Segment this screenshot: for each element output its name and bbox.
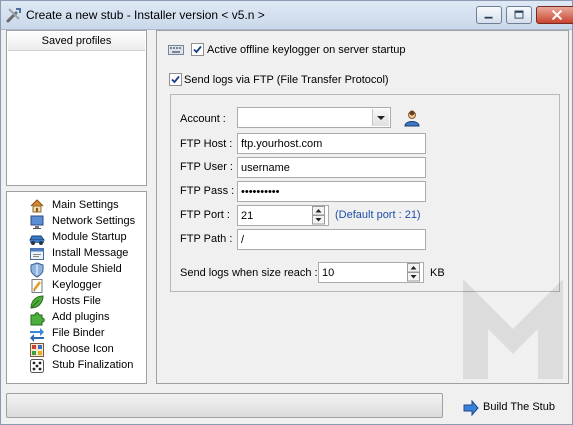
nav-item-label: Add plugins bbox=[52, 311, 110, 323]
ftp-user-label: FTP User : bbox=[180, 161, 233, 173]
ftp-host-label: FTP Host : bbox=[180, 138, 233, 150]
app-window: Create a new stub - Installer version < … bbox=[0, 0, 573, 425]
ftp-path-input[interactable] bbox=[237, 229, 426, 250]
nav-item-stub-finalization[interactable]: Stub Finalization bbox=[29, 358, 147, 374]
build-stub-label: Build The Stub bbox=[483, 401, 555, 413]
nav-item-hosts-file[interactable]: Hosts File bbox=[29, 294, 147, 310]
nav-item-label: Keylogger bbox=[52, 279, 102, 291]
nav-item-module-startup[interactable]: Module Startup bbox=[29, 230, 147, 246]
send-logs-ftp-label: Send logs via FTP (File Transfer Protoco… bbox=[184, 74, 389, 86]
watermark-logo bbox=[463, 279, 563, 379]
dropdown-arrow[interactable] bbox=[372, 109, 389, 126]
shield-icon bbox=[30, 262, 44, 278]
ftp-port-label: FTP Port : bbox=[180, 209, 230, 221]
nav-item-file-binder[interactable]: File Binder bbox=[29, 326, 147, 342]
chevron-down-icon bbox=[377, 116, 385, 120]
nav-item-label: Module Shield bbox=[52, 263, 122, 275]
tools-icon bbox=[6, 8, 21, 23]
maximize-button[interactable] bbox=[506, 6, 532, 24]
maximize-icon bbox=[514, 10, 524, 19]
account-label: Account : bbox=[180, 113, 226, 125]
progress-bar bbox=[6, 393, 443, 418]
account-dropdown[interactable] bbox=[237, 107, 391, 128]
offline-keylogger-checkbox[interactable] bbox=[191, 43, 204, 56]
ftp-path-label: FTP Path : bbox=[180, 233, 233, 245]
size-spinner-arrows[interactable] bbox=[407, 263, 420, 282]
nav-item-label: Stub Finalization bbox=[52, 359, 134, 371]
saved-profiles-header: Saved profiles bbox=[8, 32, 145, 51]
title-bar[interactable]: Create a new stub - Installer version < … bbox=[1, 1, 573, 30]
checkmark-icon bbox=[193, 45, 202, 54]
nav-item-label: Hosts File bbox=[52, 295, 101, 307]
close-button[interactable] bbox=[536, 6, 573, 24]
nav-item-module-shield[interactable]: Module Shield bbox=[29, 262, 147, 278]
nav-item-keylogger[interactable]: Keylogger bbox=[29, 278, 147, 294]
nav-item-network-settings[interactable]: Network Settings bbox=[29, 214, 147, 230]
dice-icon bbox=[30, 359, 44, 373]
nav-item-label: Main Settings bbox=[52, 199, 119, 211]
build-stub-button[interactable]: Build The Stub bbox=[459, 397, 559, 419]
window-title: Create a new stub - Installer version < … bbox=[26, 8, 265, 22]
nav-item-main-settings[interactable]: Main Settings bbox=[29, 198, 147, 214]
binder-arrows-icon bbox=[30, 328, 44, 342]
offline-keylogger-label: Active offline keylogger on server start… bbox=[207, 44, 406, 56]
user-account-icon[interactable] bbox=[403, 109, 421, 127]
ftp-pass-input[interactable] bbox=[237, 181, 426, 202]
nav-item-label: Choose Icon bbox=[52, 343, 114, 355]
log-size-unit: KB bbox=[430, 267, 445, 279]
puzzle-icon bbox=[30, 312, 45, 326]
saved-profiles-list[interactable]: Saved profiles bbox=[6, 30, 147, 186]
minimize-icon bbox=[484, 16, 493, 19]
minimize-button[interactable] bbox=[476, 6, 502, 24]
ftp-host-input[interactable] bbox=[237, 133, 426, 154]
left-panel: Saved profiles Main Settings Network Set… bbox=[6, 30, 147, 384]
nav-item-label: File Binder bbox=[52, 327, 105, 339]
house-icon bbox=[30, 199, 44, 213]
port-default-hint: (Default port : 21) bbox=[335, 209, 421, 221]
close-icon bbox=[551, 9, 563, 21]
ftp-pass-label: FTP Pass : bbox=[180, 185, 235, 197]
port-spinner-arrows[interactable] bbox=[312, 206, 325, 225]
ftp-user-input[interactable] bbox=[237, 157, 426, 178]
message-icon bbox=[30, 248, 44, 260]
nav-item-add-plugins[interactable]: Add plugins bbox=[29, 310, 147, 326]
pencil-icon bbox=[31, 279, 43, 293]
nav-item-label: Module Startup bbox=[52, 231, 127, 243]
log-size-label: Send logs when size reach : bbox=[180, 267, 318, 279]
nav-item-label: Install Message bbox=[52, 247, 129, 259]
car-icon bbox=[29, 235, 45, 245]
nav-item-choose-icon[interactable]: Choose Icon bbox=[29, 342, 147, 358]
checkmark-icon bbox=[171, 75, 180, 84]
send-logs-ftp-checkbox[interactable] bbox=[169, 73, 182, 86]
leaf-icon bbox=[30, 295, 44, 309]
nav-item-label: Network Settings bbox=[52, 215, 136, 227]
monitor-icon bbox=[30, 215, 44, 229]
settings-nav: Main Settings Network Settings Module St… bbox=[6, 191, 147, 384]
build-arrow-icon bbox=[463, 400, 479, 416]
keyboard-icon bbox=[168, 45, 184, 55]
icon-image-icon bbox=[30, 343, 44, 357]
nav-item-install-message[interactable]: Install Message bbox=[29, 246, 147, 262]
